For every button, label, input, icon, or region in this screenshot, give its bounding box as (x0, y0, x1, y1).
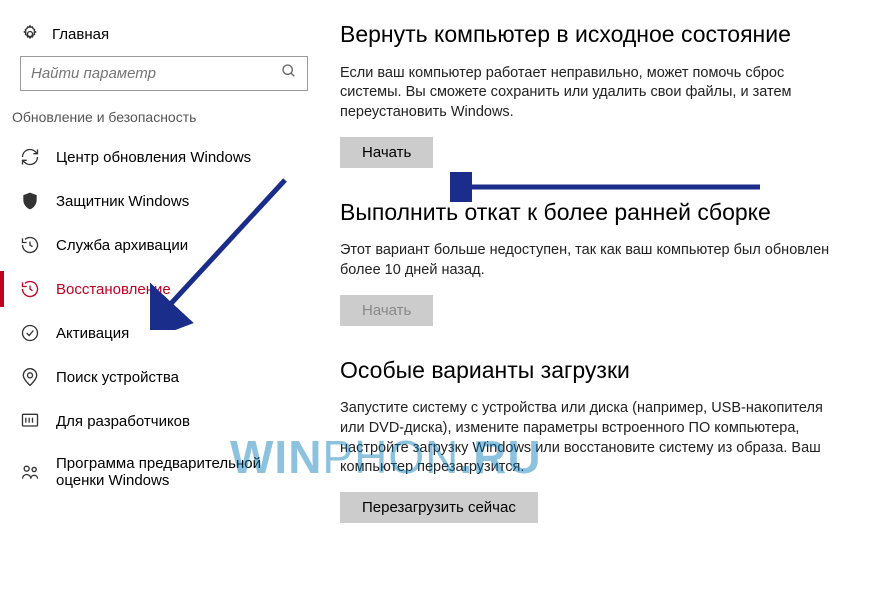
section-label: Обновление и безопасность (10, 109, 310, 135)
rollback-button: Начать (340, 295, 433, 326)
nav-label: Защитник Windows (56, 193, 189, 210)
nav-item-developers[interactable]: Для разработчиков (10, 399, 310, 443)
nav-label: Программа предварительной оценки Windows (56, 455, 300, 489)
nav-item-insider[interactable]: Программа предварительной оценки Windows (10, 443, 310, 501)
nav-label: Активация (56, 325, 129, 342)
section-advanced: Особые варианты загрузки Запустите систе… (340, 356, 845, 523)
section-title: Особые варианты загрузки (340, 356, 845, 386)
search-icon (281, 63, 297, 84)
nav-item-activation[interactable]: Активация (10, 311, 310, 355)
search-input[interactable] (31, 65, 281, 82)
shield-icon (20, 191, 40, 211)
home-label: Главная (52, 26, 109, 43)
nav-item-update[interactable]: Центр обновления Windows (10, 135, 310, 179)
nav-label: Центр обновления Windows (56, 149, 251, 166)
reset-button[interactable]: Начать (340, 137, 433, 168)
nav-item-backup[interactable]: Служба архивации (10, 223, 310, 267)
nav-label: Служба архивации (56, 237, 188, 254)
location-icon (20, 367, 40, 387)
main-content: Вернуть компьютер в исходное состояние Е… (310, 0, 875, 600)
nav-label: Восстановление (56, 281, 171, 298)
nav-label: Для разработчиков (56, 413, 190, 430)
restart-button[interactable]: Перезагрузить сейчас (340, 492, 538, 523)
history-icon (20, 279, 40, 299)
home-link[interactable]: Главная (10, 20, 310, 56)
section-desc: Если ваш компьютер работает неправильно,… (340, 64, 845, 123)
section-rollback: Выполнить откат к более ранней сборке Эт… (340, 198, 845, 326)
insider-icon (20, 462, 40, 482)
nav-item-defender[interactable]: Защитник Windows (10, 179, 310, 223)
section-title: Вернуть компьютер в исходное состояние (340, 20, 845, 50)
section-reset: Вернуть компьютер в исходное состояние Е… (340, 20, 845, 168)
nav-item-find-device[interactable]: Поиск устройства (10, 355, 310, 399)
section-desc: Запустите систему с устройства или диска… (340, 399, 845, 477)
backup-icon (20, 235, 40, 255)
section-desc: Этот вариант больше недоступен, так как … (340, 241, 845, 280)
nav-item-recovery[interactable]: Восстановление (10, 267, 310, 311)
gear-icon (20, 24, 40, 44)
refresh-icon (20, 147, 40, 167)
nav-label: Поиск устройства (56, 369, 179, 386)
check-circle-icon (20, 323, 40, 343)
nav-list: Центр обновления Windows Защитник Window… (10, 135, 310, 501)
developer-icon (20, 411, 40, 431)
search-box[interactable] (20, 56, 308, 91)
sidebar: Главная Обновление и безопасность Центр … (0, 0, 310, 600)
section-title: Выполнить откат к более ранней сборке (340, 198, 845, 228)
